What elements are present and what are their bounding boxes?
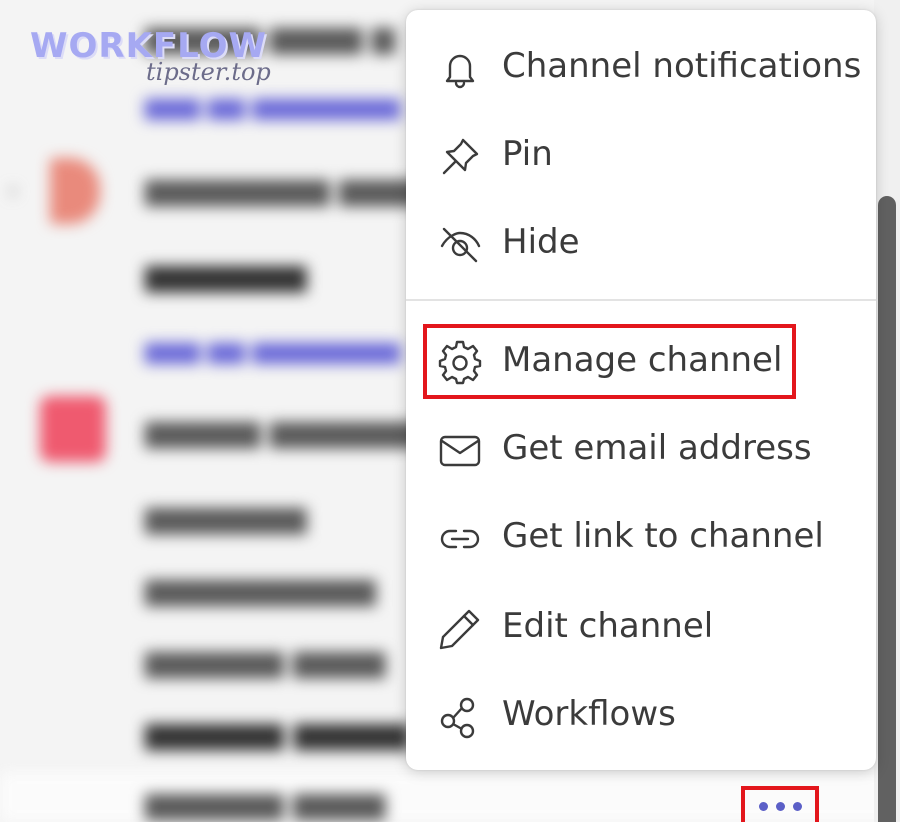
- bg-row: ▆▆▆▆▆▆ ▆▆▆▆▆ ▆: [145, 716, 443, 751]
- menu-item-pin[interactable]: Pin: [406, 115, 876, 195]
- bell-icon: [436, 45, 484, 93]
- menu-item-get-email-address[interactable]: Get email address: [406, 409, 876, 489]
- pin-icon: [436, 133, 484, 181]
- bg-chevron: ›: [8, 176, 19, 206]
- bg-row: ▆▆▆ ▆▆ ▆▆▆▆▆▆▆▆: [145, 336, 401, 364]
- menu-item-channel-notifications[interactable]: Channel notifications: [406, 27, 876, 107]
- highlight-box-more-options: [741, 786, 819, 822]
- menu-item-get-link-to-channel[interactable]: Get link to channel: [406, 497, 876, 577]
- menu-item-hide[interactable]: Hide: [406, 203, 876, 283]
- watermark-subtitle: tipster.top: [146, 58, 271, 86]
- menu-item-label: Get email address: [502, 428, 812, 468]
- menu-item-workflows[interactable]: Workflows: [406, 675, 876, 755]
- watermark-logo: WORKFLOW tipster.top: [30, 26, 280, 86]
- highlight-box-manage-channel: [423, 324, 796, 399]
- bg-team-icon: [40, 396, 106, 462]
- menu-item-label: Pin: [502, 134, 553, 174]
- menu-item-label: Get link to channel: [502, 516, 824, 556]
- menu-item-label: Workflows: [502, 694, 676, 734]
- eye-off-icon: [436, 221, 484, 269]
- bg-row: ▆▆▆▆▆▆▆: [145, 500, 307, 535]
- menu-item-label: Edit channel: [502, 606, 714, 646]
- pencil-icon: [436, 605, 484, 653]
- bg-row: ▆▆▆▆▆▆▆: [145, 258, 307, 293]
- menu-item-label: Hide: [502, 222, 580, 262]
- scrollbar-thumb[interactable]: [878, 196, 896, 822]
- bg-row: ▆▆▆ ▆▆ ▆▆▆▆▆▆▆▆: [145, 92, 401, 120]
- bg-row: ▆▆▆▆▆▆ ▆▆▆▆: [145, 786, 386, 821]
- bg-team-icon: [50, 158, 100, 224]
- bg-row: ▆▆▆▆▆▆▆▆▆▆: [145, 572, 376, 607]
- menu-item-edit-channel[interactable]: Edit channel: [406, 587, 876, 667]
- workflows-icon: [436, 693, 484, 741]
- link-icon: [436, 515, 484, 563]
- bg-row: ▆▆▆▆▆▆ ▆▆▆▆: [145, 644, 386, 679]
- mail-icon: [436, 427, 484, 475]
- menu-divider: [406, 299, 876, 301]
- menu-item-label: Channel notifications: [502, 46, 862, 86]
